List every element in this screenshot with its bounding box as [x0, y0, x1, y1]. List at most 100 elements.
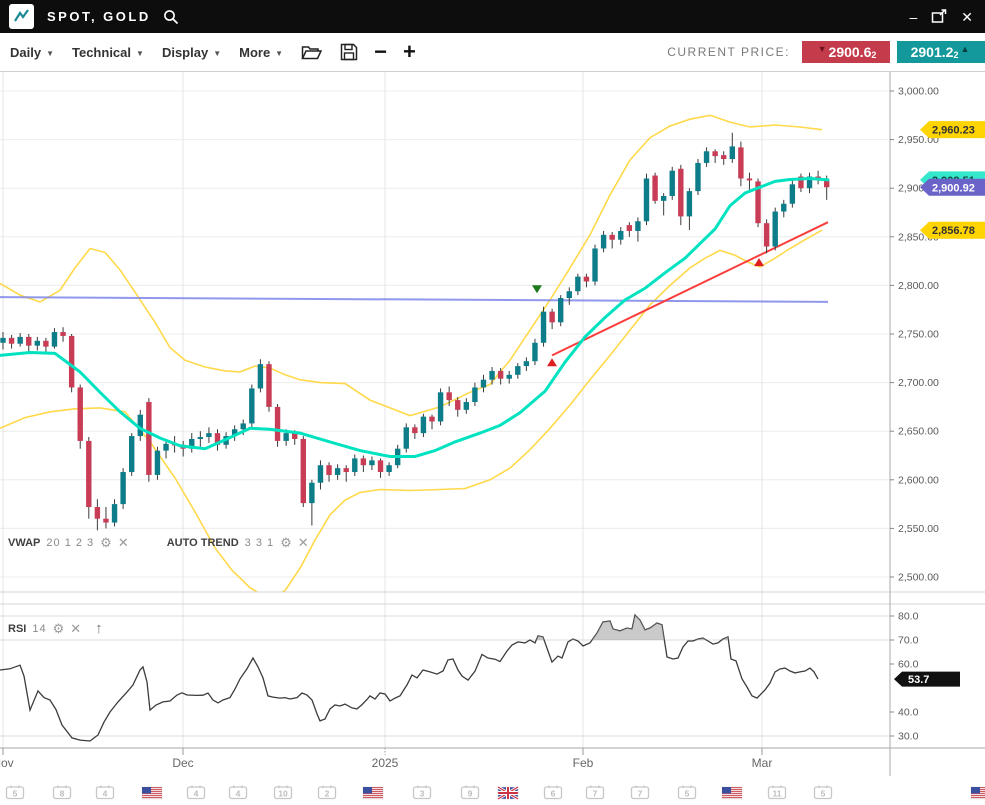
menu-more[interactable]: More ▼ [239, 45, 283, 60]
calendar-event-icon[interactable]: 5 [815, 786, 832, 799]
calendar-event-icon[interactable]: 4 [230, 786, 247, 799]
remove-vwap-icon[interactable]: ✕ [118, 537, 129, 549]
menu-technical[interactable]: Technical ▼ [72, 45, 144, 60]
candle [198, 437, 203, 439]
calendar-event-icon[interactable]: 7 [587, 786, 604, 799]
down-triangle-marker [532, 285, 542, 293]
candle [309, 483, 314, 503]
candle [86, 441, 91, 507]
auto-trend-line [552, 222, 828, 355]
svg-text:9: 9 [468, 789, 473, 799]
candle [549, 312, 554, 323]
flag-us-icon[interactable] [142, 787, 162, 799]
candle [524, 361, 529, 366]
candle [541, 312, 546, 343]
candle [773, 212, 778, 247]
menu-daily[interactable]: Daily ▼ [10, 45, 54, 60]
toolbar: Daily ▼ Technical ▼ Display ▼ More ▼ − +… [0, 33, 985, 72]
remove-autotrend-icon[interactable]: ✕ [298, 537, 309, 549]
candle [283, 433, 288, 441]
candle [472, 387, 477, 402]
svg-text:11: 11 [773, 789, 782, 799]
calendar-event-icon[interactable]: 4 [97, 786, 114, 799]
calendar-event-icon[interactable]: 11 [769, 786, 786, 799]
price-chart[interactable]: 3,000.002,950.002,900.002,850.002,800.00… [0, 72, 985, 805]
svg-text:5: 5 [821, 789, 826, 799]
save-icon[interactable] [340, 43, 358, 61]
svg-text:6: 6 [551, 789, 556, 799]
ask-price: 2901.2 [911, 44, 954, 60]
candle [627, 225, 632, 231]
calendar-event-icon[interactable]: 10 [275, 786, 292, 799]
candle [155, 451, 160, 475]
candle [532, 343, 537, 361]
autotrend-label: AUTO TREND [167, 537, 239, 549]
calendar-event-icon[interactable]: 8 [54, 786, 71, 799]
calendar-event-icon[interactable]: 4 [188, 786, 205, 799]
gear-icon[interactable]: ⚙ [280, 537, 292, 549]
gear-icon[interactable]: ⚙ [53, 623, 65, 635]
candle [275, 407, 280, 441]
candle [163, 444, 168, 451]
menu-display[interactable]: Display ▼ [162, 45, 221, 60]
chevron-down-icon: ▼ [46, 49, 54, 58]
move-pane-up-icon[interactable]: ↑ [95, 620, 103, 637]
zoom-in-button[interactable]: + [403, 42, 416, 62]
candle [0, 338, 5, 343]
candle [60, 332, 65, 336]
minimize-button[interactable]: – [909, 10, 917, 24]
flag-us-icon[interactable] [363, 787, 383, 799]
overlay-indicator-labels: VWAP 20 1 2 3 ⚙ ✕ AUTO TREND 3 3 1 ⚙ ✕ [8, 537, 309, 549]
rsi-line [0, 615, 818, 741]
calendar-event-icon[interactable]: 5 [7, 786, 24, 799]
rsi-tick-label: 30.0 [898, 731, 919, 743]
candle [386, 465, 391, 472]
close-icon[interactable]: ✕ [961, 10, 973, 24]
svg-text:10: 10 [278, 789, 288, 799]
calendar-event-icon[interactable]: 3 [414, 786, 431, 799]
rsi-tick-label: 80.0 [898, 611, 919, 623]
upper-band-badge-text: 2,960.23 [932, 125, 975, 137]
candle [464, 402, 469, 410]
chevron-down-icon: ▼ [275, 49, 283, 58]
rsi-label: RSI [8, 623, 26, 635]
popout-button[interactable] [931, 9, 947, 24]
flag-us-icon[interactable] [722, 787, 742, 799]
svg-text:3: 3 [420, 789, 425, 799]
month-label: Dec [172, 756, 193, 770]
svg-text:8: 8 [60, 789, 65, 799]
remove-rsi-icon[interactable]: ✕ [70, 623, 81, 635]
price-tick-label: 2,550.00 [898, 523, 939, 535]
calendar-event-icon[interactable]: 5 [679, 786, 696, 799]
flag-uk-icon[interactable] [498, 787, 518, 799]
zoom-out-button[interactable]: − [374, 42, 387, 62]
candle [361, 458, 366, 465]
price-tick-label: 2,800.00 [898, 280, 939, 292]
candle [678, 169, 683, 217]
candle [558, 298, 563, 322]
candle [369, 460, 374, 465]
bid-price-badge[interactable]: ▼ 2900.6 2 [802, 41, 890, 63]
calendar-event-icon[interactable]: 6 [545, 786, 562, 799]
open-folder-icon[interactable] [301, 44, 322, 61]
up-triangle-marker [547, 358, 557, 366]
candle [661, 196, 666, 201]
title-bar: SPOT, GOLD – ✕ [0, 0, 985, 33]
current-price-label: CURRENT PRICE: [667, 45, 790, 59]
flag-us-icon[interactable] [971, 787, 985, 799]
candle [695, 163, 700, 191]
candle [95, 507, 100, 519]
svg-text:7: 7 [593, 789, 598, 799]
search-icon[interactable] [163, 9, 179, 25]
calendar-event-icon[interactable]: 7 [632, 786, 649, 799]
rsi-indicator-label: RSI 14 ⚙ ✕ ↑ [8, 620, 103, 637]
candle [618, 231, 623, 240]
candle [481, 380, 486, 388]
app-logo-icon [9, 4, 34, 29]
gear-icon[interactable]: ⚙ [100, 537, 112, 549]
candle [712, 151, 717, 156]
ask-price-badge[interactable]: 2901.2 2 ▲ [897, 41, 985, 63]
calendar-event-icon[interactable]: 2 [319, 786, 336, 799]
calendar-event-icon[interactable]: 9 [462, 786, 479, 799]
svg-text:4: 4 [103, 789, 108, 799]
